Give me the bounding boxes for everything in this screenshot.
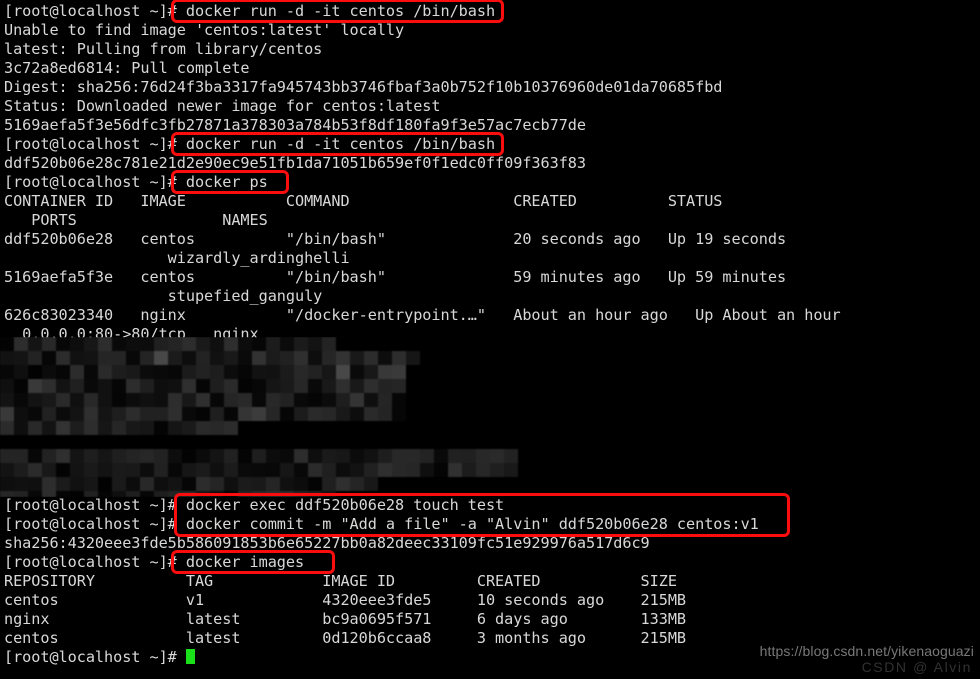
watermark-url: https://blog.csdn.net/yikenaoguazi	[759, 643, 974, 659]
output-text: PORTS NAMES	[4, 211, 268, 229]
terminal-output-line: nginx latest bc9a0695f571 6 days ago 133…	[4, 610, 686, 629]
output-text: Digest: sha256:76d24f3ba3317fa945743bb37…	[4, 78, 723, 96]
output-text: Status: Downloaded newer image for cento…	[4, 97, 441, 115]
output-text: wizardly_ardinghelli	[4, 249, 350, 267]
shell-prompt: [root@localhost ~]#	[4, 496, 186, 514]
terminal-command-line: [root@localhost ~]# docker images	[4, 553, 304, 572]
shell-prompt: [root@localhost ~]#	[4, 553, 186, 571]
command-text: docker exec ddf520b06e28 touch test	[185, 496, 505, 514]
terminal-output-line: stupefied_ganguly	[4, 287, 323, 306]
terminal-command-line: [root@localhost ~]# docker exec ddf520b0…	[4, 496, 504, 515]
shell-prompt: [root@localhost ~]#	[4, 2, 186, 20]
terminal-command-line: [root@localhost ~]# docker ps	[4, 173, 268, 192]
terminal-output-line: ddf520b06e28 centos "/bin/bash" 20 secon…	[4, 230, 786, 249]
output-text: ddf520b06e28 centos "/bin/bash" 20 secon…	[4, 230, 787, 248]
terminal-command-line: [root@localhost ~]# docker commit -m "Ad…	[4, 515, 759, 534]
terminal-output-line: centos v1 4320eee3fde5 10 seconds ago 21…	[4, 591, 686, 610]
terminal-output-line: 3c72a8ed6814: Pull complete	[4, 59, 250, 78]
output-text: centos v1 4320eee3fde5 10 seconds ago 21…	[4, 591, 687, 609]
terminal-output-line: Digest: sha256:76d24f3ba3317fa945743bb37…	[4, 78, 722, 97]
redacted-region	[0, 337, 560, 497]
output-text: centos latest 0d120b6ccaa8 3 months ago …	[4, 629, 687, 647]
terminal-output-line: sha256:4320eee3fde5b586091853b6e65227bb0…	[4, 534, 650, 553]
terminal-output-line: latest: Pulling from library/centos	[4, 40, 322, 59]
terminal-output-line: wizardly_ardinghelli	[4, 249, 350, 268]
watermark: CSDN @ Alvin https://blog.csdn.net/yiken…	[744, 611, 974, 675]
shell-prompt: [root@localhost ~]#	[4, 515, 186, 533]
output-text: REPOSITORY TAG IMAGE ID CREATED SIZE	[4, 572, 677, 590]
shell-prompt: [root@localhost ~]#	[4, 648, 186, 666]
output-text: 626c83023340 nginx "/docker-entrypoint.……	[4, 306, 841, 324]
output-text: 5169aefa5f3e56dfc3fb27871a378303a784b53f…	[4, 116, 586, 134]
shell-prompt: [root@localhost ~]#	[4, 173, 186, 191]
output-text: stupefied_ganguly	[4, 287, 323, 305]
command-text: docker commit -m "Add a file" -a "Alvin"…	[185, 515, 759, 533]
pixelation-canvas	[0, 337, 560, 497]
active-prompt-line[interactable]: [root@localhost ~]#	[4, 648, 195, 667]
shell-prompt: [root@localhost ~]#	[4, 135, 186, 153]
output-text: ddf520b06e28c781e21d2e90ec9e51fb1da71051…	[4, 154, 586, 172]
command-text: docker run -d -it centos /bin/bash	[185, 2, 496, 20]
terminal-output-line: 5169aefa5f3e56dfc3fb27871a378303a784b53f…	[4, 116, 586, 135]
terminal-output-line: CONTAINER ID IMAGE COMMAND CREATED STATU…	[4, 192, 722, 211]
terminal-output-line: 626c83023340 nginx "/docker-entrypoint.……	[4, 306, 841, 325]
output-text: 3c72a8ed6814: Pull complete	[4, 59, 250, 77]
terminal-output-line: centos latest 0d120b6ccaa8 3 months ago …	[4, 629, 686, 648]
output-text: nginx latest bc9a0695f571 6 days ago 133…	[4, 610, 687, 628]
terminal-output-line: Status: Downloaded newer image for cento…	[4, 97, 441, 116]
terminal-output-line: REPOSITORY TAG IMAGE ID CREATED SIZE	[4, 572, 677, 591]
output-text: latest: Pulling from library/centos	[4, 40, 323, 58]
output-text: Unable to find image 'centos:latest' loc…	[4, 21, 405, 39]
command-text: docker run -d -it centos /bin/bash	[185, 135, 496, 153]
output-text: CONTAINER ID IMAGE COMMAND CREATED STATU…	[4, 192, 723, 210]
watermark-ghost: CSDN @ Alvin	[861, 659, 972, 675]
terminal-command-line: [root@localhost ~]# docker run -d -it ce…	[4, 2, 495, 21]
command-text: docker ps	[185, 173, 268, 191]
command-text: docker images	[185, 553, 305, 571]
block-cursor	[185, 649, 195, 664]
terminal-output-line: ddf520b06e28c781e21d2e90ec9e51fb1da71051…	[4, 154, 586, 173]
terminal-window[interactable]: [root@localhost ~]# docker run -d -it ce…	[0, 0, 980, 679]
terminal-command-line: [root@localhost ~]# docker run -d -it ce…	[4, 135, 495, 154]
output-text: sha256:4320eee3fde5b586091853b6e65227bb0…	[4, 534, 650, 552]
output-text: 5169aefa5f3e centos "/bin/bash" 59 minut…	[4, 268, 787, 286]
terminal-output-line: Unable to find image 'centos:latest' loc…	[4, 21, 404, 40]
terminal-output-line: PORTS NAMES	[4, 211, 268, 230]
terminal-output-line: 5169aefa5f3e centos "/bin/bash" 59 minut…	[4, 268, 786, 287]
